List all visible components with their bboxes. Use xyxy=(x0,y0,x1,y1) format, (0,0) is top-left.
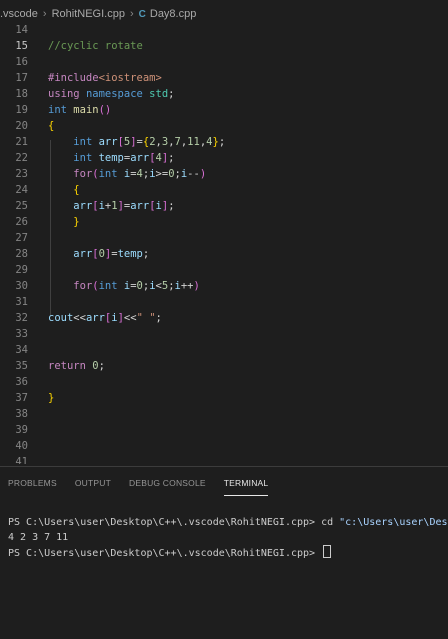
breadcrumb-file-rohitnegi[interactable]: RohitNEGI.cpp xyxy=(52,8,125,20)
code-line[interactable]: 19 int main() xyxy=(0,102,448,118)
terminal-prompt: PS C:\Users\user\Desktop\C++\.vscode\Roh… xyxy=(8,548,322,559)
code-text: int temp=arr[4]; xyxy=(73,152,175,164)
line-number: 24 xyxy=(15,184,28,196)
code-text: arr[i+1]=arr[i]; xyxy=(73,200,175,212)
code-line[interactable]: 39 xyxy=(0,422,448,438)
line-number: 27 xyxy=(15,232,28,244)
code-line[interactable]: 24 { xyxy=(0,182,448,198)
code-text: arr[0]=temp; xyxy=(73,248,150,260)
line-number: 23 xyxy=(15,168,28,180)
line-number: 35 xyxy=(15,360,28,372)
code-line[interactable]: 23 for(int i=4;i>=0;i--) xyxy=(0,166,448,182)
code-line[interactable]: 20 { xyxy=(0,118,448,134)
cpp-file-icon: C xyxy=(138,8,146,20)
line-number: 14 xyxy=(15,24,28,36)
breadcrumb-file-day8[interactable]: Day8.cpp xyxy=(150,8,196,20)
terminal-prompt: PS C:\Users\user\Desktop\C++\.vscode\Roh… xyxy=(8,517,340,528)
tab-output[interactable]: OUTPUT xyxy=(75,477,111,495)
code-line[interactable]: 36 xyxy=(0,374,448,390)
code-text: return 0; xyxy=(48,360,105,372)
terminal-output[interactable]: PS C:\Users\user\Desktop\C++\.vscode\Roh… xyxy=(8,515,448,560)
code-line[interactable]: 32 cout<<arr[i]<<" "; xyxy=(0,310,448,326)
code-line[interactable]: 33 xyxy=(0,326,448,342)
breadcrumb: .vscode › RohitNEGI.cpp › C Day8.cpp xyxy=(0,5,448,23)
line-number: 17 xyxy=(15,72,28,84)
line-number: 16 xyxy=(15,56,28,68)
code-text: int main() xyxy=(48,104,112,116)
line-number: 18 xyxy=(15,88,28,100)
line-number: 30 xyxy=(15,280,28,292)
line-number: 19 xyxy=(15,104,28,116)
line-number: 25 xyxy=(15,200,28,212)
code-text: } xyxy=(48,392,55,404)
code-line[interactable]: 22 int temp=arr[4]; xyxy=(0,150,448,166)
panel-tabs: PROBLEMS OUTPUT DEBUG CONSOLE TERMINAL xyxy=(0,477,448,496)
chevron-right-icon: › xyxy=(129,8,134,20)
code-text: } xyxy=(73,216,80,228)
code-line[interactable]: 31 xyxy=(0,294,448,310)
line-number: 21 xyxy=(15,136,28,148)
line-number: 40 xyxy=(15,440,28,452)
tab-problems[interactable]: PROBLEMS xyxy=(8,477,57,495)
code-text: { xyxy=(73,184,80,196)
code-line[interactable]: 18 using namespace std; xyxy=(0,86,448,102)
line-number: 20 xyxy=(15,120,28,132)
line-number: 38 xyxy=(15,408,28,420)
code-line[interactable]: 17 #include<iostream> xyxy=(0,70,448,86)
code-line[interactable]: 30 for(int i=0;i<5;i++) xyxy=(0,278,448,294)
code-text: using namespace std; xyxy=(48,88,175,100)
code-line[interactable]: 29 xyxy=(0,262,448,278)
line-number: 28 xyxy=(15,248,28,260)
chevron-right-icon: › xyxy=(42,8,47,20)
terminal-command-path: "c:\Users\user\Desktop xyxy=(339,517,448,528)
tab-debug-console[interactable]: DEBUG CONSOLE xyxy=(129,477,206,495)
breadcrumb-folder[interactable]: .vscode xyxy=(0,8,38,20)
code-line[interactable]: 38 xyxy=(0,406,448,422)
terminal-line: PS C:\Users\user\Desktop\C++\.vscode\Roh… xyxy=(8,545,448,560)
code-text: for(int i=4;i>=0;i--) xyxy=(73,168,207,180)
code-line[interactable]: 35 return 0; xyxy=(0,358,448,374)
code-text: //cyclic rotate xyxy=(48,40,143,52)
code-line[interactable]: 40 xyxy=(0,438,448,454)
line-number: 26 xyxy=(15,216,28,228)
code-line[interactable]: 16 xyxy=(0,54,448,70)
code-line[interactable]: 25 arr[i+1]=arr[i]; xyxy=(0,198,448,214)
line-number: 33 xyxy=(15,328,28,340)
terminal-cursor xyxy=(323,545,332,558)
bottom-panel: PROBLEMS OUTPUT DEBUG CONSOLE TERMINAL P… xyxy=(0,466,448,639)
line-number: 39 xyxy=(15,424,28,436)
code-line[interactable]: 15 //cyclic rotate xyxy=(0,38,448,54)
code-line[interactable]: 34 xyxy=(0,342,448,358)
code-line[interactable]: 41 xyxy=(0,454,448,464)
line-number: 34 xyxy=(15,344,28,356)
code-text: int arr[5]={2,3,7,11,4}; xyxy=(73,136,226,148)
code-line[interactable]: 21 int arr[5]={2,3,7,11,4}; xyxy=(0,134,448,150)
line-number: 15 xyxy=(15,40,28,52)
code-line[interactable]: 37} xyxy=(0,390,448,406)
tab-terminal[interactable]: TERMINAL xyxy=(223,477,269,496)
line-number: 36 xyxy=(15,376,28,388)
code-line[interactable]: 28 arr[0]=temp; xyxy=(0,246,448,262)
line-number: 37 xyxy=(15,392,28,404)
line-number: 41 xyxy=(15,456,28,464)
line-number: 31 xyxy=(15,296,28,308)
line-number: 32 xyxy=(15,312,28,324)
code-line[interactable]: 14 xyxy=(0,22,448,38)
code-text: { xyxy=(48,120,55,132)
code-text: cout<<arr[i]<<" "; xyxy=(48,312,162,324)
code-text: #include<iostream> xyxy=(48,72,162,84)
code-text: for(int i=0;i<5;i++) xyxy=(73,280,200,292)
terminal-line: 4 2 3 7 11 xyxy=(8,532,69,543)
terminal-line: PS C:\Users\user\Desktop\C++\.vscode\Roh… xyxy=(8,515,448,530)
line-number: 22 xyxy=(15,152,28,164)
code-line[interactable]: 27 xyxy=(0,230,448,246)
code-line[interactable]: 26 } xyxy=(0,214,448,230)
line-number: 29 xyxy=(15,264,28,276)
code-editor[interactable]: 14 15 //cyclic rotate 16 17 #include<iostream… xyxy=(0,22,448,464)
